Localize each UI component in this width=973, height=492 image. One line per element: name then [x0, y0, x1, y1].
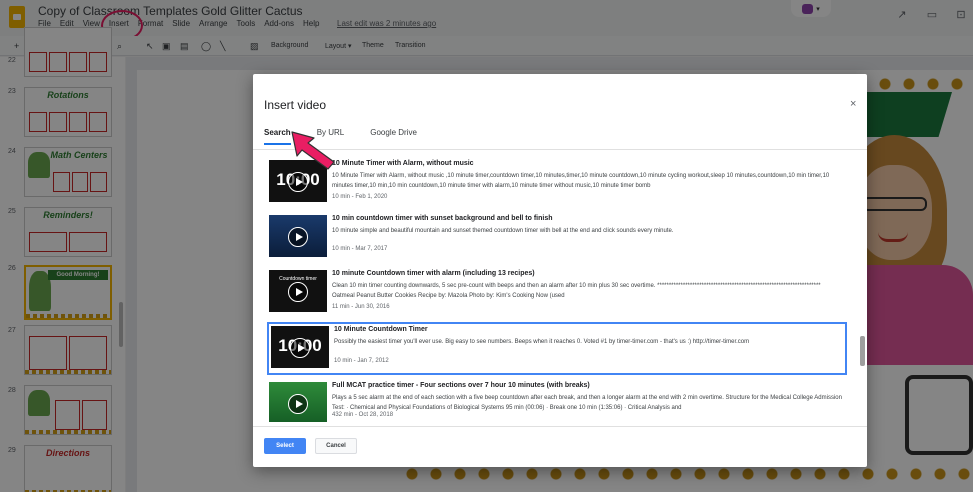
video-result[interactable]: Countdown timer 10 minute Countdown time… — [267, 268, 847, 318]
annotation-arrow-icon — [291, 131, 335, 170]
cancel-button[interactable]: Cancel — [315, 438, 357, 454]
video-meta: 10 min - Mar 7, 2017 — [332, 246, 388, 252]
video-description: 10 Minute Timer with Alarm, without musi… — [332, 173, 830, 189]
video-meta: 11 min - Jun 30, 2016 — [332, 304, 390, 310]
video-result[interactable]: Full MCAT practice timer - Four sections… — [267, 380, 847, 422]
video-title: 10 minute Countdown timer with alarm (in… — [332, 270, 535, 277]
insert-video-dialog: Insert video × Search By URL Google Driv… — [253, 74, 867, 467]
video-description: 10 minute simple and beautiful mountain … — [332, 228, 674, 234]
play-icon — [290, 338, 310, 358]
video-description: Plays a 5 sec alarm at the end of each s… — [332, 395, 842, 411]
video-meta: 10 min - Feb 1, 2020 — [332, 194, 388, 200]
video-description: Possibly the easiest timer you'll ever u… — [334, 339, 750, 345]
tab-divider — [253, 149, 867, 150]
tab-google-drive[interactable]: Google Drive — [370, 128, 417, 145]
results-scrollbar[interactable] — [860, 336, 865, 366]
close-icon[interactable]: × — [850, 98, 856, 110]
video-title: Full MCAT practice timer - Four sections… — [332, 382, 590, 389]
slides-app: Copy of Classroom Templates Gold Glitter… — [0, 0, 973, 492]
video-title: 10 min countdown timer with sunset backg… — [332, 215, 553, 222]
search-results-list[interactable]: 10:00 10 Minute Timer with Alarm, withou… — [264, 154, 856, 422]
video-thumbnail: 10:00 — [271, 326, 329, 368]
video-thumbnail — [269, 215, 327, 257]
video-result[interactable]: 10:00 10 Minute Timer with Alarm, withou… — [267, 158, 847, 208]
video-description: Clean 10 min timer counting downwards, 5… — [332, 283, 821, 299]
video-result-selected[interactable]: 10:00 10 Minute Countdown Timer Possibly… — [267, 322, 847, 375]
play-icon — [288, 394, 308, 414]
play-icon — [288, 172, 308, 192]
video-title: 10 Minute Timer with Alarm, without musi… — [332, 160, 474, 167]
video-thumbnail: Countdown timer — [269, 270, 327, 312]
video-title: 10 Minute Countdown Timer — [334, 326, 428, 333]
select-button[interactable]: Select — [264, 438, 306, 454]
video-meta: 432 min - Oct 28, 2018 — [332, 412, 394, 418]
tab-search[interactable]: Search — [264, 128, 291, 145]
play-icon — [288, 282, 308, 302]
video-result[interactable]: 10 min countdown timer with sunset backg… — [267, 213, 847, 263]
play-icon — [288, 227, 308, 247]
video-meta: 10 min - Jan 7, 2012 — [334, 358, 389, 364]
video-thumbnail — [269, 382, 327, 422]
dialog-title: Insert video — [264, 98, 327, 112]
footer-divider — [253, 426, 867, 427]
